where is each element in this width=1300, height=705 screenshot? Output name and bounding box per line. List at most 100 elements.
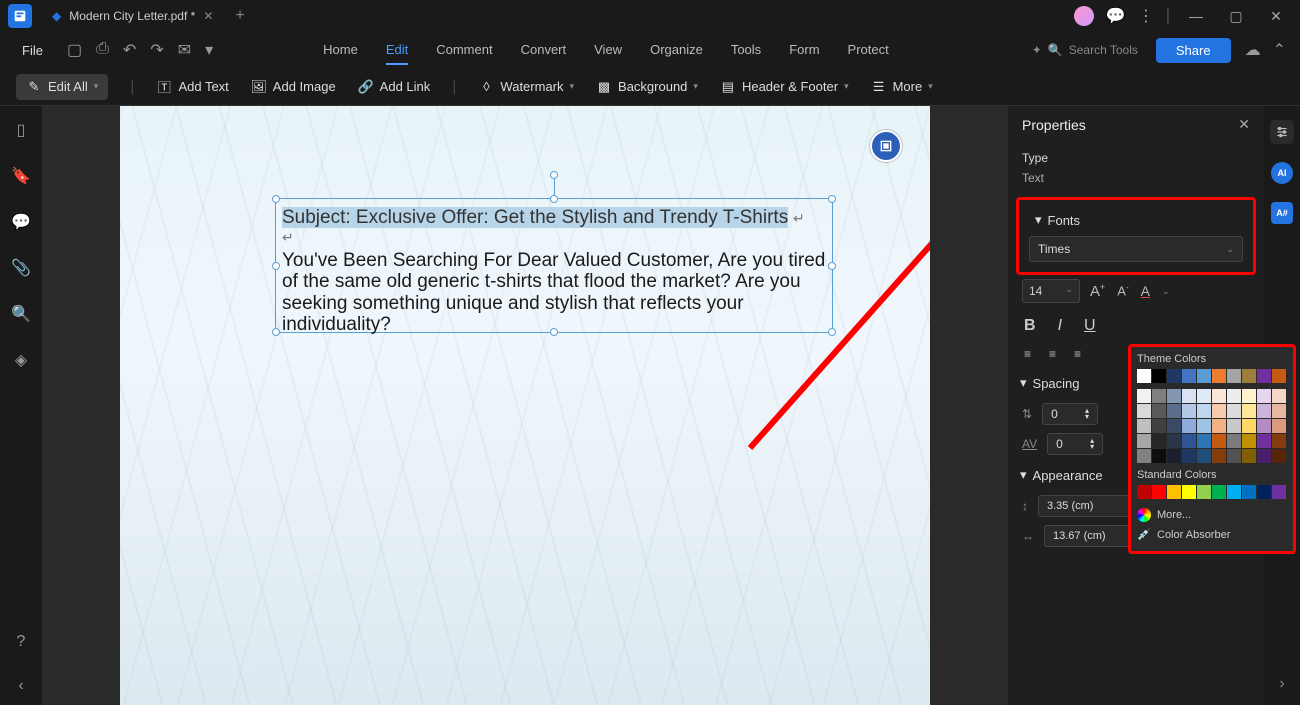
color-swatch[interactable] bbox=[1272, 434, 1286, 448]
edit-all-button[interactable]: ✎ Edit All ▾ bbox=[16, 74, 108, 100]
maximize-button[interactable]: ▢ bbox=[1222, 8, 1250, 25]
color-swatch[interactable] bbox=[1272, 389, 1286, 403]
color-swatch[interactable] bbox=[1242, 419, 1256, 433]
color-swatch[interactable] bbox=[1212, 389, 1226, 403]
tab-edit[interactable]: Edit bbox=[386, 36, 408, 65]
color-swatch[interactable] bbox=[1197, 404, 1211, 418]
bold-button[interactable]: B bbox=[1024, 317, 1036, 335]
document-tab[interactable]: ◆ Modern City Letter.pdf * ✕ bbox=[40, 0, 225, 32]
ai-badge-icon[interactable]: AI bbox=[1271, 162, 1293, 184]
new-tab-button[interactable]: + bbox=[225, 7, 254, 25]
assist-badge-icon[interactable]: A# bbox=[1271, 202, 1293, 224]
color-swatch[interactable] bbox=[1152, 449, 1166, 463]
color-swatch[interactable] bbox=[1167, 369, 1181, 383]
color-swatch[interactable] bbox=[1167, 389, 1181, 403]
resize-handle[interactable] bbox=[272, 262, 280, 270]
tab-tools[interactable]: Tools bbox=[731, 36, 761, 65]
color-swatch[interactable] bbox=[1137, 449, 1151, 463]
text-box-selected[interactable]: Subject: Exclusive Offer: Get the Stylis… bbox=[275, 198, 833, 333]
italic-button[interactable]: I bbox=[1058, 317, 1062, 335]
tab-close-button[interactable]: ✕ bbox=[203, 9, 213, 23]
properties-toggle-icon[interactable] bbox=[1270, 120, 1294, 144]
tab-home[interactable]: Home bbox=[323, 36, 358, 65]
resize-handle[interactable] bbox=[272, 195, 280, 203]
color-swatch[interactable] bbox=[1257, 434, 1271, 448]
color-swatch[interactable] bbox=[1227, 449, 1241, 463]
color-swatch[interactable] bbox=[1152, 485, 1166, 499]
color-swatch[interactable] bbox=[1212, 485, 1226, 499]
color-swatch[interactable] bbox=[1227, 404, 1241, 418]
color-swatch[interactable] bbox=[1197, 485, 1211, 499]
align-right-icon[interactable]: ≡ bbox=[1074, 347, 1081, 361]
color-swatch[interactable] bbox=[1197, 419, 1211, 433]
shrink-font-icon[interactable]: A- bbox=[1117, 283, 1128, 298]
color-swatch[interactable] bbox=[1272, 419, 1286, 433]
attachments-icon[interactable]: 📎 bbox=[11, 258, 31, 278]
color-swatch[interactable] bbox=[1212, 419, 1226, 433]
rotate-handle[interactable] bbox=[550, 171, 558, 179]
color-swatch[interactable] bbox=[1257, 369, 1271, 383]
color-swatch[interactable] bbox=[1197, 369, 1211, 383]
color-swatch[interactable] bbox=[1197, 434, 1211, 448]
search-panel-icon[interactable]: 🔍 bbox=[11, 304, 31, 324]
align-center-icon[interactable]: ≡ bbox=[1049, 347, 1056, 361]
color-swatch[interactable] bbox=[1242, 369, 1256, 383]
more-colors-button[interactable]: More... bbox=[1137, 505, 1287, 525]
tab-organize[interactable]: Organize bbox=[650, 36, 703, 65]
resize-handle[interactable] bbox=[828, 195, 836, 203]
color-swatch[interactable] bbox=[1212, 404, 1226, 418]
color-swatch[interactable] bbox=[1242, 404, 1256, 418]
more-button[interactable]: ☰More▾ bbox=[871, 79, 933, 95]
share-button[interactable]: Share bbox=[1156, 38, 1231, 63]
color-swatch[interactable] bbox=[1182, 389, 1196, 403]
color-swatch[interactable] bbox=[1257, 404, 1271, 418]
comment-icon[interactable]: 💬 bbox=[1106, 6, 1126, 26]
tab-view[interactable]: View bbox=[594, 36, 622, 65]
color-swatch[interactable] bbox=[1227, 485, 1241, 499]
color-swatch[interactable] bbox=[1182, 434, 1196, 448]
color-swatch[interactable] bbox=[1272, 369, 1286, 383]
undo-icon[interactable]: ↶ bbox=[123, 40, 136, 60]
expand-icon[interactable]: › bbox=[1279, 675, 1284, 693]
document-canvas[interactable]: Subject: Exclusive Offer: Get the Stylis… bbox=[42, 106, 1008, 705]
color-swatch[interactable] bbox=[1212, 434, 1226, 448]
add-image-button[interactable]: 🖼Add Image bbox=[251, 79, 336, 95]
body-text[interactable]: You've Been Searching For Dear Valued Cu… bbox=[276, 246, 832, 339]
tab-comment[interactable]: Comment bbox=[436, 36, 492, 65]
user-avatar[interactable] bbox=[1074, 6, 1094, 26]
color-swatch[interactable] bbox=[1152, 419, 1166, 433]
color-swatch[interactable] bbox=[1167, 485, 1181, 499]
color-swatch[interactable] bbox=[1257, 485, 1271, 499]
color-swatch[interactable] bbox=[1167, 434, 1181, 448]
chevron-down-icon[interactable]: ▾ bbox=[205, 40, 213, 60]
background-button[interactable]: ▩Background▾ bbox=[596, 79, 698, 95]
color-swatch[interactable] bbox=[1227, 389, 1241, 403]
resize-handle[interactable] bbox=[828, 328, 836, 336]
color-swatch[interactable] bbox=[1242, 485, 1256, 499]
tab-convert[interactable]: Convert bbox=[521, 36, 567, 65]
mail-icon[interactable]: ✉ bbox=[178, 40, 191, 60]
color-swatch[interactable] bbox=[1242, 434, 1256, 448]
resize-handle[interactable] bbox=[550, 328, 558, 336]
color-absorber-button[interactable]: 💉Color Absorber bbox=[1137, 525, 1287, 545]
color-swatch[interactable] bbox=[1272, 404, 1286, 418]
add-link-button[interactable]: 🔗Add Link bbox=[358, 79, 431, 95]
add-text-button[interactable]: 🅃Add Text bbox=[156, 79, 228, 95]
color-swatch[interactable] bbox=[1197, 389, 1211, 403]
color-swatch[interactable] bbox=[1227, 434, 1241, 448]
color-swatch[interactable] bbox=[1152, 434, 1166, 448]
color-swatch[interactable] bbox=[1137, 369, 1151, 383]
resize-handle[interactable] bbox=[550, 195, 558, 203]
help-icon[interactable]: ? bbox=[17, 633, 26, 651]
thumbnails-icon[interactable]: ▯ bbox=[17, 120, 26, 140]
align-left-icon[interactable]: ≡ bbox=[1024, 347, 1031, 361]
color-swatch[interactable] bbox=[1137, 419, 1151, 433]
subject-text[interactable]: Subject: Exclusive Offer: Get the Stylis… bbox=[276, 199, 832, 229]
color-swatch[interactable] bbox=[1167, 419, 1181, 433]
color-swatch[interactable] bbox=[1227, 369, 1241, 383]
close-window-button[interactable]: ✕ bbox=[1262, 8, 1290, 25]
layers-icon[interactable]: ◈ bbox=[15, 350, 27, 370]
bookmarks-icon[interactable]: 🔖 bbox=[11, 166, 31, 186]
color-swatch[interactable] bbox=[1182, 369, 1196, 383]
redo-icon[interactable]: ↷ bbox=[150, 40, 163, 60]
